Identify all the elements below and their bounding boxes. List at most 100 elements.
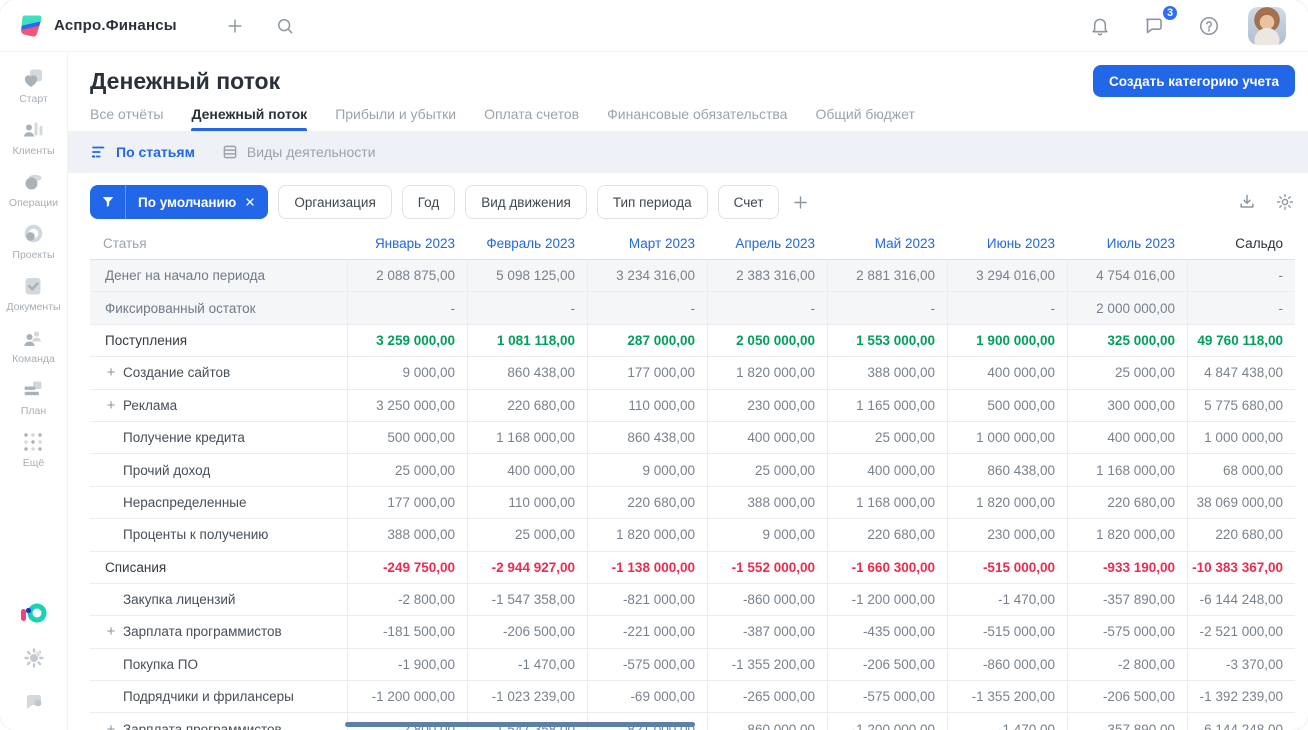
row-value-cell: 400 000,00 [467,454,587,486]
row-value-cell: -933 190,00 [1067,551,1187,583]
row-label-cell[interactable]: Подрядчики и фрилансеры [90,681,347,712]
sidebar-item-projects[interactable]: Проекты [6,222,60,261]
row-label: Подрядчики и фрилансеры [123,689,294,705]
row-label: Денег на начало периода [105,268,265,284]
row-value-cell: 400 000,00 [1067,421,1187,454]
row-value-cell: 860 438,00 [947,454,1067,486]
row-value-cell: 68 000,00 [1187,454,1295,486]
row-value-cell: -515 000,00 [947,616,1067,648]
row-value-cell: -265 000,00 [707,681,827,713]
tab-Денежный поток[interactable]: Денежный поток [191,106,307,131]
row-label-cell[interactable]: Получение кредита [90,422,347,453]
tab-Все отчёты[interactable]: Все отчёты [90,106,163,131]
tab-Общий бюджет[interactable]: Общий бюджет [815,106,914,131]
notifications-bell-icon[interactable] [1085,11,1115,41]
row-value-cell: - [1187,292,1295,324]
sidebar-item-clients[interactable]: Клиенты [6,118,60,157]
filter-button-Счет[interactable]: Счет [717,185,780,219]
row-label-cell[interactable]: Покупка ПО [90,649,347,680]
global-add-button[interactable] [221,12,249,40]
expand-plus-icon[interactable]: + [105,722,117,730]
filter-button-Тип периода[interactable]: Тип периода [596,185,708,219]
active-filter-label: По умолчанию [138,194,237,210]
row-value-cell: - [827,292,947,324]
expand-plus-icon[interactable]: + [105,624,117,639]
row-value-cell: -357 890,00 [1067,713,1187,730]
tab-Прибыли и убытки[interactable]: Прибыли и убытки [335,106,456,131]
row-value-cell: -3 370,00 [1187,648,1295,681]
row-value-cell: -2 800,00 [1067,648,1187,681]
row-value-cell: -435 000,00 [827,616,947,648]
column-header-month[interactable]: Апрель 2023 [707,228,827,259]
column-header-month[interactable]: Май 2023 [827,228,947,259]
row-label-cell[interactable]: Прочий доход [90,454,347,485]
row-value-cell: 9 000,00 [587,454,707,486]
messages-chat-icon[interactable]: 3 [1139,4,1179,41]
column-header-month[interactable]: Март 2023 [587,228,707,259]
table-settings-gear-icon[interactable] [1275,192,1295,212]
column-header-month[interactable]: Июнь 2023 [947,228,1067,259]
column-header-month[interactable]: Июль 2023 [1067,228,1187,259]
support-chat-icon[interactable] [22,690,46,714]
tab-Финансовые обязательства[interactable]: Финансовые обязательства [607,106,787,131]
row-label-cell[interactable]: Нераспределенные [90,487,347,518]
row-label-cell[interactable]: + Зарплата программистов [90,616,347,647]
row-value-cell: 2 088 875,00 [347,260,467,292]
filter-button-Организация[interactable]: Организация [278,185,392,219]
subtab-Виды деятельности[interactable]: Виды деятельности [221,143,376,161]
row-value-cell: 230 000,00 [947,519,1067,551]
row-label-cell[interactable]: Проценты к получению [90,519,347,550]
horizontal-scrollbar[interactable] [345,722,695,727]
row-value-cell: 4 754 016,00 [1067,260,1187,292]
row-label-cell[interactable]: Закупка лицензий [90,584,347,615]
sidebar-item-start[interactable]: Старт [6,66,60,105]
row-label-cell[interactable]: Денег на начало периода [90,260,347,291]
filter-button-Год[interactable]: Год [401,185,456,219]
expand-plus-icon[interactable]: + [105,398,117,413]
row-value-cell: -1 547 358,00 [467,583,587,616]
add-filter-button[interactable] [791,193,810,212]
row-label: Покупка ПО [123,656,198,672]
sort-lines-icon [90,143,108,161]
sidebar-item-more[interactable]: Ещё [6,430,60,469]
sidebar-item-operations[interactable]: Операции [6,170,60,209]
sidebar-item-documents[interactable]: Документы [6,274,61,313]
row-value-cell: - [947,292,1067,324]
filter-button-Вид движения[interactable]: Вид движения [465,185,587,219]
operations-icon [21,170,45,194]
aspro-brand-icon[interactable] [19,600,49,626]
clear-filter-icon[interactable] [244,196,268,208]
active-filter-pill[interactable]: По умолчанию [90,185,269,219]
row-value-cell: 325 000,00 [1067,324,1187,357]
row-label-cell[interactable]: + Реклама [90,390,347,421]
tab-Оплата счетов[interactable]: Оплата счетов [484,106,579,131]
row-label: Поступления [105,332,188,348]
row-label-cell[interactable]: Поступления [90,325,347,356]
expand-plus-icon[interactable]: + [105,365,117,380]
search-button[interactable] [271,12,299,40]
row-value-cell: -1 355 200,00 [707,648,827,681]
row-value-cell: 1 168 000,00 [827,486,947,519]
export-download-icon[interactable] [1237,192,1257,212]
row-label-cell[interactable]: + Создание сайтов [90,357,347,388]
row-label: Проценты к получению [123,527,269,543]
sidebar-item-team[interactable]: Команда [6,326,60,365]
subtab-По статьям[interactable]: По статьям [90,143,195,161]
aspro-finance-logo-icon [18,13,44,39]
help-icon[interactable] [1194,11,1224,41]
column-header-month[interactable]: Январь 2023 [347,228,467,259]
table-row: Нераспределенные 177 000,00 110 000,00 220 … [90,486,1295,520]
filter-funnel-icon[interactable] [90,185,126,219]
row-value-cell: - [347,292,467,324]
column-header-month[interactable]: Февраль 2023 [467,228,587,259]
table-row: + Реклама 3 250 000,00 220 680,00 110 000,00… [90,389,1295,422]
row-value-cell: 1 081 118,00 [467,324,587,357]
user-avatar[interactable] [1248,6,1286,45]
create-category-button[interactable]: Создать категорию учета [1093,65,1295,97]
row-label-cell[interactable]: Фиксированный остаток [90,292,347,323]
row-label-cell[interactable]: Списания [90,552,347,583]
row-label-cell[interactable]: + Зарплата программистов [90,713,347,730]
settings-gear-icon[interactable] [22,646,46,670]
row-value-cell: 400 000,00 [707,421,827,454]
sidebar-item-plan[interactable]: План [6,378,60,417]
